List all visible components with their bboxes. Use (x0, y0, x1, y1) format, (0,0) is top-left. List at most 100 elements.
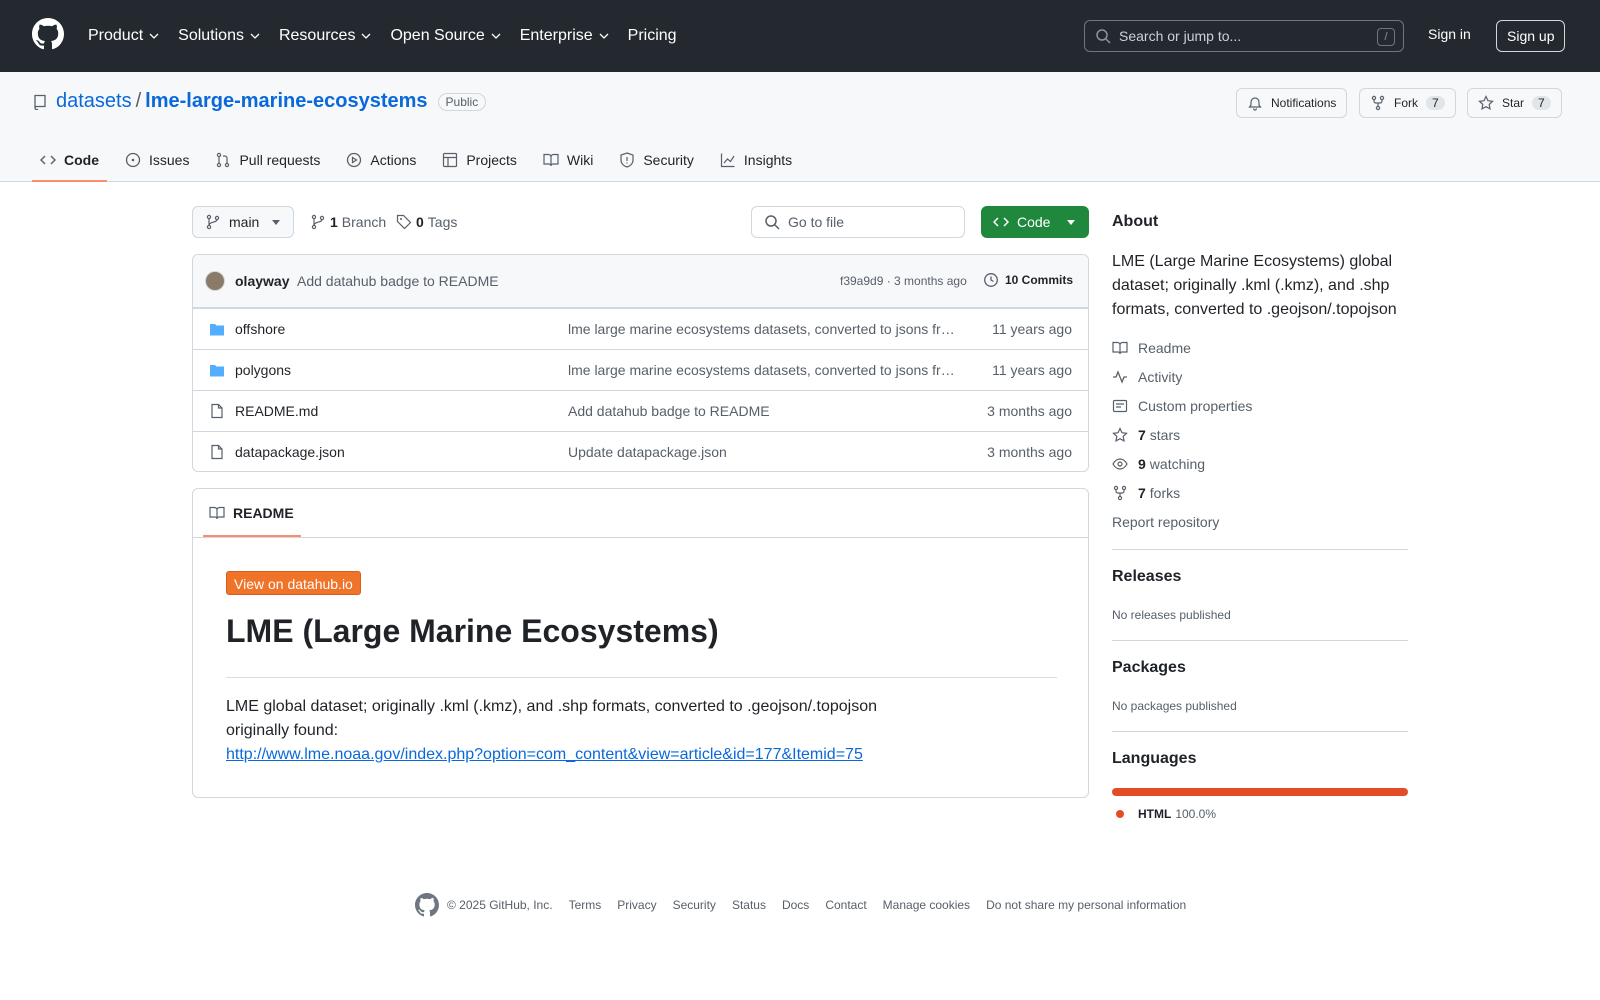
book-icon (209, 506, 225, 520)
sign-in-link[interactable]: Sign in (1428, 26, 1471, 42)
commit-author[interactable]: olayway (235, 273, 289, 289)
branch-selector[interactable]: main (192, 206, 295, 238)
tab-label: Wiki (566, 152, 594, 168)
file-commit-message[interactable]: Update datapackage.json (568, 444, 956, 460)
nav-label: Resources (278, 27, 356, 44)
go-to-file-placeholder: Go to file (788, 214, 845, 230)
repo-separator: / (135, 90, 142, 112)
file-commit-message[interactable]: lme large marine ecosystems datasets, co… (568, 362, 956, 378)
global-nav: Product Solutions Resources Open Source … (88, 0, 695, 72)
tab-pull-requests[interactable]: Pull requests (207, 138, 328, 182)
footer-link-terms[interactable]: Terms (569, 898, 602, 912)
tags-link[interactable]: 0 Tags (396, 214, 457, 230)
nav-solutions[interactable]: Solutions (178, 27, 261, 45)
code-dropdown-button[interactable]: Code (981, 206, 1089, 238)
play-circle-icon (347, 152, 362, 168)
search-input[interactable]: Search or jump to... / (1084, 20, 1404, 52)
file-name[interactable]: README.md (235, 403, 318, 419)
fork-icon (1371, 95, 1385, 111)
file-row[interactable]: datapackage.json Update datapackage.json… (193, 431, 1088, 471)
readme-line: originally found: (226, 722, 339, 739)
shield-icon (620, 152, 634, 168)
readme-line: LME global dataset; originally .kml (.km… (226, 698, 877, 715)
custom-properties-label: Custom properties (1138, 398, 1253, 414)
language-dot-icon (1116, 810, 1124, 818)
language-percent: 100.0% (1175, 807, 1217, 821)
nav-enterprise[interactable]: Enterprise (520, 27, 610, 45)
file-commit-message[interactable]: Add datahub badge to README (568, 403, 956, 419)
search-placeholder: Search or jump to... (1119, 28, 1242, 44)
commit-message[interactable]: Add datahub badge to README (297, 273, 499, 289)
fork-count: 7 (1426, 96, 1445, 110)
watching-link[interactable]: 9 watching (1112, 456, 1205, 472)
footer-link-docs[interactable]: Docs (782, 898, 809, 912)
custom-properties-link[interactable]: Custom properties (1112, 398, 1252, 414)
visibility-badge: Public (437, 92, 487, 111)
repo-owner-link[interactable]: datasets (56, 90, 132, 113)
commits-link[interactable]: 10 Commits (983, 272, 1073, 288)
sign-up-button[interactable]: Sign up (1496, 20, 1566, 52)
file-row[interactable]: offshore lme large marine ecosystems dat… (193, 308, 1088, 349)
nav-label: Product (88, 27, 144, 44)
tab-projects[interactable]: Projects (434, 138, 525, 182)
file-name[interactable]: datapackage.json (235, 444, 345, 460)
caret-down-icon (272, 220, 281, 225)
tab-issues[interactable]: Issues (117, 138, 197, 182)
forks-link[interactable]: 7 forks (1112, 485, 1180, 501)
language-item[interactable]: HTML 100.0% (1116, 807, 1216, 821)
readme-link-label: Readme (1138, 340, 1191, 356)
github-logo-icon[interactable] (32, 18, 64, 50)
file-commit-time: 11 years ago (992, 321, 1072, 337)
packages-heading[interactable]: Packages (1112, 659, 1186, 677)
file-commit-message[interactable]: lme large marine ecosystems datasets, co… (568, 321, 956, 337)
file-row[interactable]: README.md Add datahub badge to README 3 … (193, 390, 1088, 431)
chevron-down-icon (361, 33, 371, 39)
branch-name: main (229, 214, 260, 230)
footer-link-status[interactable]: Status (732, 898, 766, 912)
activity-label: Activity (1138, 369, 1183, 385)
readme-tab[interactable]: README (201, 489, 302, 537)
languages-heading: Languages (1112, 750, 1197, 767)
footer-link-do-not-share[interactable]: Do not share my personal information (986, 898, 1186, 912)
tab-actions[interactable]: Actions (338, 138, 424, 182)
fork-button[interactable]: Fork 7 (1359, 88, 1456, 118)
report-repository-link[interactable]: Report repository (1112, 514, 1219, 530)
footer-link-security[interactable]: Security (673, 898, 716, 912)
nav-pricing[interactable]: Pricing (628, 27, 677, 45)
footer-link-contact[interactable]: Contact (825, 898, 866, 912)
commit-hash-time[interactable]: f39a9d9 · 3 months ago (840, 274, 967, 288)
repo-name-link[interactable]: lme-large-marine-ecosystems (145, 90, 427, 113)
caret-down-icon (1067, 220, 1076, 225)
activity-link[interactable]: Activity (1112, 369, 1182, 385)
releases-heading[interactable]: Releases (1112, 568, 1181, 586)
footer-link-privacy[interactable]: Privacy (617, 898, 656, 912)
go-to-file-input[interactable]: Go to file (751, 206, 965, 238)
tab-code[interactable]: Code (32, 138, 107, 182)
nav-open-source[interactable]: Open Source (390, 27, 501, 45)
tab-insights[interactable]: Insights (712, 138, 800, 182)
stars-link[interactable]: 7 stars (1112, 427, 1180, 443)
readme-title: LME (Large Marine Ecosystems) (226, 613, 719, 649)
branches-link[interactable]: 1 Branch (310, 214, 386, 230)
file-name[interactable]: polygons (235, 362, 291, 378)
github-logo-icon[interactable] (415, 893, 439, 917)
folder-icon (210, 365, 224, 377)
tab-security[interactable]: Security (611, 138, 702, 182)
language-bar (1112, 788, 1408, 796)
commits-count: 10 Commits (1005, 273, 1074, 287)
file-row[interactable]: polygons lme large marine ecosystems dat… (193, 349, 1088, 390)
nav-resources[interactable]: Resources (279, 27, 372, 45)
readme-tab-label: README (233, 505, 294, 521)
avatar[interactable] (205, 271, 225, 291)
notifications-button[interactable]: Notifications (1236, 88, 1348, 118)
source-link[interactable]: http://www.lme.noaa.gov/index.php?option… (226, 746, 863, 763)
readme-link[interactable]: Readme (1112, 340, 1191, 356)
datahub-badge[interactable]: View on datahub.io (226, 571, 361, 595)
nav-product[interactable]: Product (88, 27, 160, 45)
footer-link-manage-cookies[interactable]: Manage cookies (883, 898, 970, 912)
notifications-label: Notifications (1271, 96, 1337, 110)
star-button[interactable]: Star 7 (1467, 88, 1562, 118)
file-commit-time: 3 months ago (987, 444, 1072, 460)
file-name[interactable]: offshore (235, 321, 285, 337)
tab-wiki[interactable]: Wiki (535, 138, 601, 182)
